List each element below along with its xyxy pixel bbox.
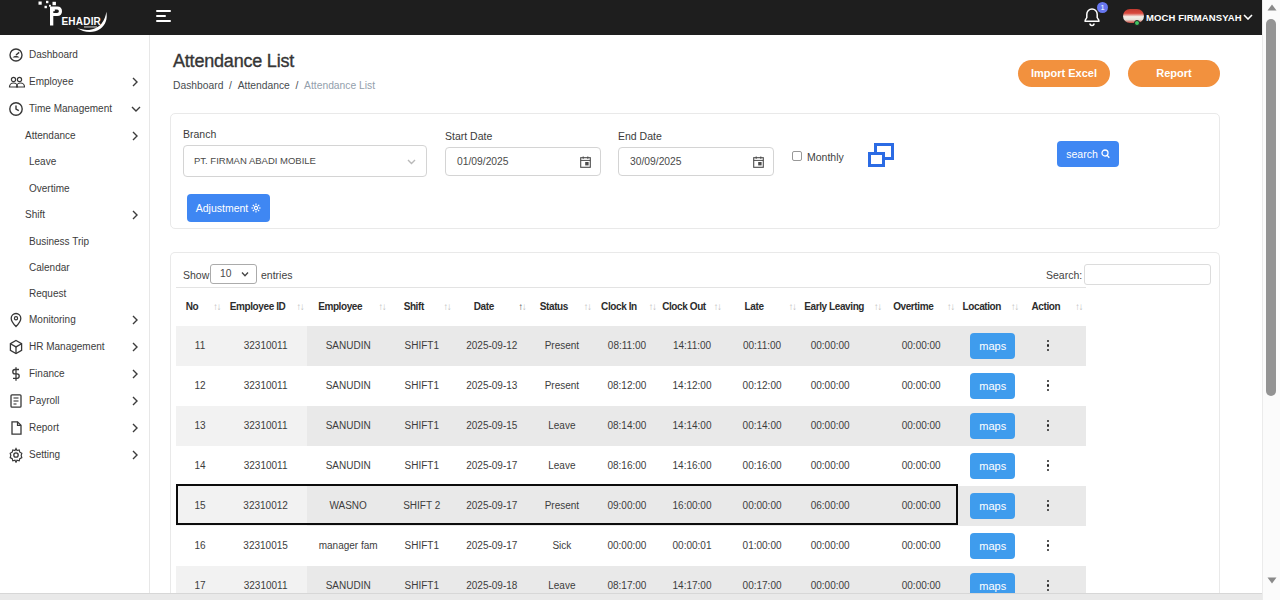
svg-text:EHADIR: EHADIR xyxy=(62,16,102,27)
